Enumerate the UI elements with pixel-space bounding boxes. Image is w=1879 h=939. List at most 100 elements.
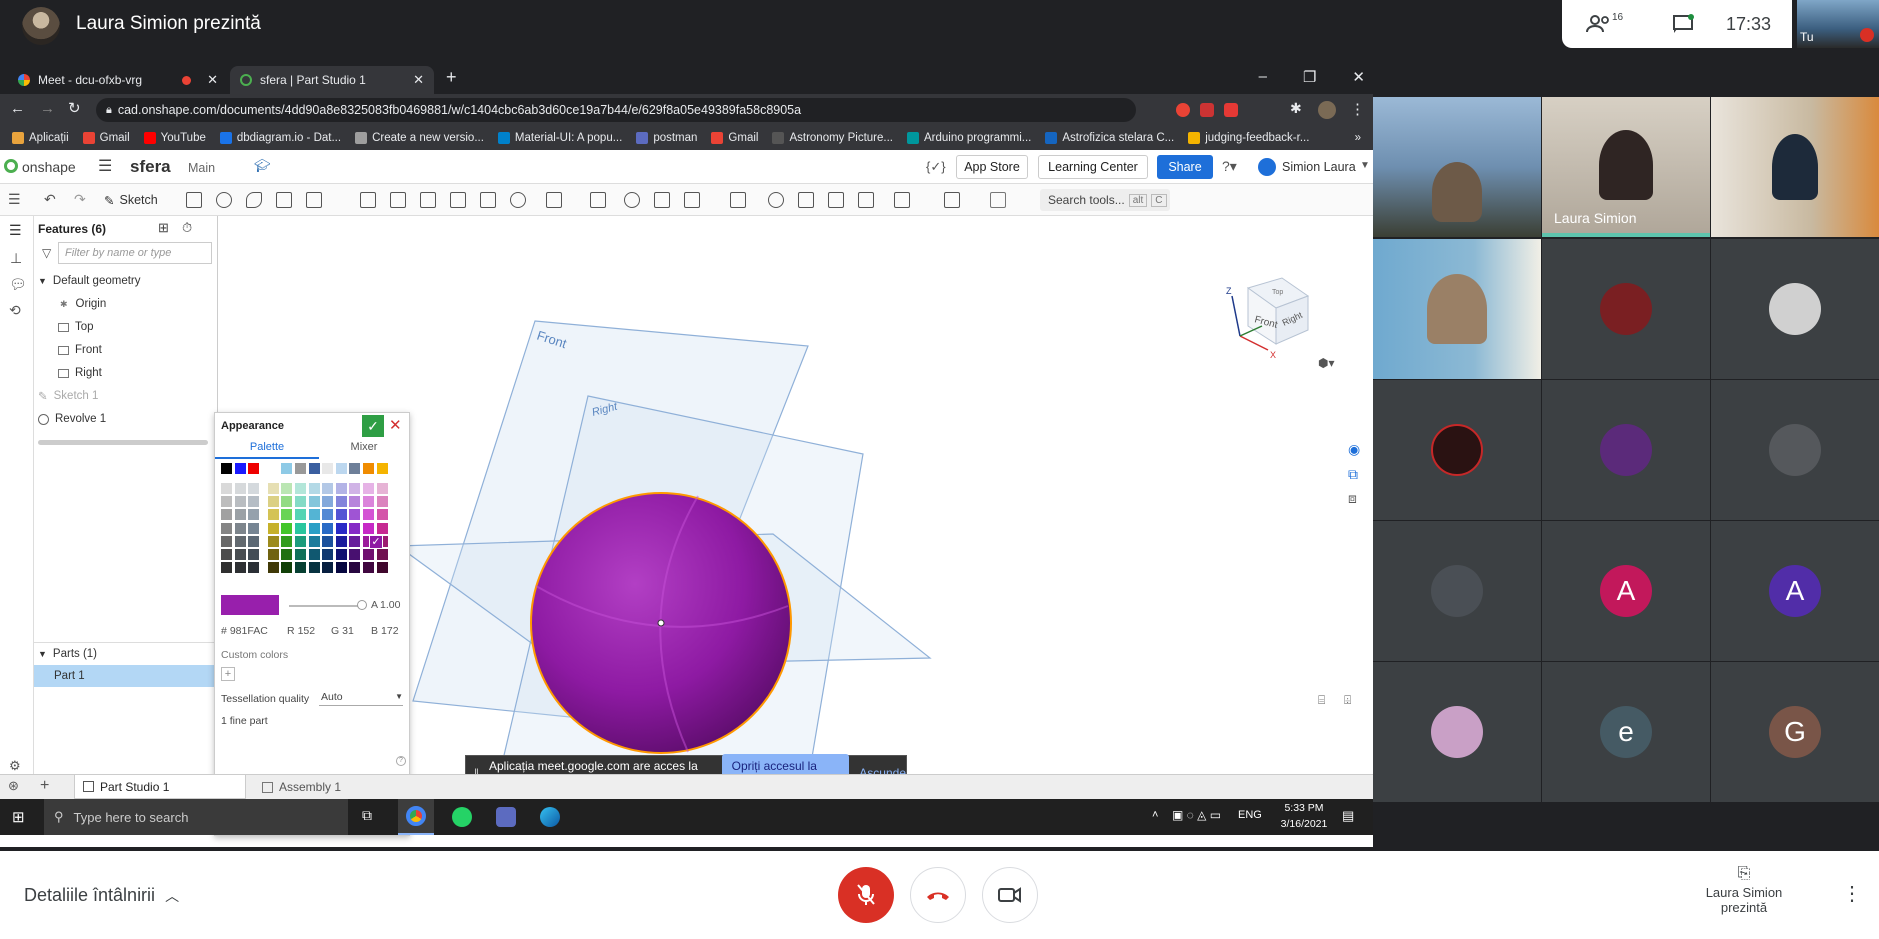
color-swatch[interactable] <box>322 535 334 547</box>
part-1-item[interactable]: Part 1 <box>34 665 218 687</box>
draft-icon[interactable] <box>420 192 436 208</box>
color-swatch[interactable] <box>308 483 320 494</box>
thicken-icon[interactable] <box>306 192 322 208</box>
linear-pattern-icon[interactable] <box>546 192 562 208</box>
participant-tile[interactable] <box>1542 239 1710 379</box>
color-swatch[interactable] <box>267 509 279 521</box>
color-swatch[interactable] <box>267 522 279 534</box>
color-swatch[interactable] <box>295 509 306 521</box>
r-field[interactable]: R 152 <box>287 625 315 637</box>
color-swatch[interactable] <box>349 562 361 574</box>
color-swatch[interactable] <box>322 549 334 560</box>
tab-palette[interactable]: Palette <box>215 441 319 459</box>
color-swatch[interactable] <box>308 509 320 521</box>
color-swatch[interactable] <box>335 483 347 494</box>
participant-tile[interactable] <box>1373 521 1541 661</box>
color-swatch[interactable] <box>376 463 388 474</box>
mate-connector-icon[interactable] <box>944 192 960 208</box>
rib-icon[interactable] <box>450 192 466 208</box>
tree-right-plane[interactable]: Right <box>34 362 218 384</box>
color-swatch[interactable] <box>376 549 388 560</box>
more-options-icon[interactable]: ⋮ <box>1842 881 1862 906</box>
split-icon[interactable] <box>654 192 670 208</box>
alpha-slider-thumb[interactable] <box>357 600 367 610</box>
tab-part-studio-1[interactable]: Part Studio 1 <box>74 775 246 799</box>
close-tab-icon[interactable]: ✕ <box>207 72 218 88</box>
participant-tile[interactable]: G <box>1711 662 1879 802</box>
participant-tile[interactable] <box>1373 380 1541 520</box>
bookmark-item[interactable]: Material-UI: A popu... <box>497 132 622 144</box>
color-swatch[interactable] <box>308 496 320 508</box>
color-swatch[interactable] <box>248 535 260 547</box>
participant-tile[interactable] <box>1711 97 1879 237</box>
mass-properties-icon[interactable]: ⧉ <box>1348 466 1358 483</box>
color-swatch[interactable] <box>335 549 347 560</box>
transform-icon[interactable] <box>684 192 700 208</box>
graduation-cap-icon[interactable]: 🎓︎ <box>254 158 271 174</box>
parts-header[interactable]: ▼ Parts (1) <box>34 642 218 664</box>
color-swatch[interactable] <box>295 463 306 474</box>
color-swatch[interactable] <box>322 509 334 521</box>
document-name[interactable]: sfera <box>130 157 171 177</box>
color-swatch[interactable] <box>234 522 246 534</box>
extension-icon[interactable] <box>1176 103 1190 117</box>
color-swatch[interactable] <box>335 562 347 574</box>
tab-assembly-1[interactable]: Assembly 1 <box>254 775 404 799</box>
color-swatch[interactable] <box>267 483 279 494</box>
color-swatch[interactable] <box>281 562 293 574</box>
color-swatch[interactable] <box>221 549 232 560</box>
color-swatch[interactable] <box>295 496 306 508</box>
revolve-icon[interactable] <box>216 192 232 208</box>
participants-button[interactable]: 16 <box>1586 12 1623 36</box>
boolean-icon[interactable] <box>624 192 640 208</box>
bookmark-item[interactable]: dbdiagram.io - Dat... <box>219 132 341 144</box>
fillet-icon[interactable] <box>360 192 376 208</box>
color-swatch[interactable] <box>267 562 279 574</box>
tools-icon[interactable]: ⚙ <box>9 758 21 774</box>
feature-tree-icon[interactable]: ☰ <box>9 222 22 239</box>
close-tab-icon[interactable]: ✕ <box>413 72 424 88</box>
user-menu-chevron-icon[interactable]: ▼ <box>1360 160 1370 171</box>
bookmark-item[interactable]: Astronomy Picture... <box>772 132 893 144</box>
color-swatch[interactable] <box>221 562 232 574</box>
tessellation-select[interactable]: Auto ▼ <box>319 688 403 706</box>
color-swatch[interactable] <box>376 496 388 508</box>
help-icon[interactable]: ? <box>396 756 406 766</box>
camera-toggle-button[interactable] <box>982 867 1038 923</box>
participant-tile[interactable] <box>1373 662 1541 802</box>
meeting-details-button[interactable]: Detaliile întâlnirii ︿ <box>24 885 179 906</box>
color-swatch[interactable] <box>308 522 320 534</box>
chrome-taskbar-icon[interactable] <box>398 799 434 835</box>
color-swatch[interactable] <box>234 509 246 521</box>
color-swatch[interactable] <box>308 562 320 574</box>
bookmark-item[interactable]: Aplicații <box>12 132 69 144</box>
color-swatch[interactable] <box>335 522 347 534</box>
bookmark-item[interactable]: Gmail <box>711 132 758 144</box>
color-swatch[interactable] <box>234 549 246 560</box>
color-swatch[interactable] <box>248 463 260 474</box>
tray-chevron-icon[interactable]: ˄ <box>1152 809 1158 821</box>
share-button[interactable]: Share <box>1157 155 1213 179</box>
tab-manager-icon[interactable]: ⊛ <box>8 778 19 794</box>
color-swatch[interactable] <box>281 535 293 547</box>
rollback-bar[interactable] <box>38 440 208 445</box>
comments-icon[interactable]: 💬︎ <box>9 276 27 293</box>
profile-avatar[interactable] <box>1318 101 1336 119</box>
color-swatch[interactable] <box>281 483 293 494</box>
color-swatch[interactable] <box>267 496 279 508</box>
bookmark-item[interactable]: Gmail <box>82 132 130 144</box>
tab-sfera[interactable]: sfera | Part Studio 1 ✕ <box>230 66 434 94</box>
color-swatch[interactable] <box>322 463 334 474</box>
color-swatch[interactable] <box>281 549 293 560</box>
participant-tile[interactable]: A <box>1711 521 1879 661</box>
color-palette[interactable]: ✓ <box>221 463 405 587</box>
confirm-check-icon[interactable]: ✓ <box>362 415 384 437</box>
edge-icon[interactable] <box>540 807 560 827</box>
offset-surface-icon[interactable] <box>858 192 874 208</box>
bookmark-item[interactable]: Create a new versio... <box>355 132 484 144</box>
color-swatch[interactable] <box>248 509 260 521</box>
color-swatch[interactable] <box>363 463 374 474</box>
color-swatch[interactable] <box>363 549 374 560</box>
tab-mixer[interactable]: Mixer <box>319 441 409 459</box>
participant-tile[interactable]: A <box>1542 521 1710 661</box>
